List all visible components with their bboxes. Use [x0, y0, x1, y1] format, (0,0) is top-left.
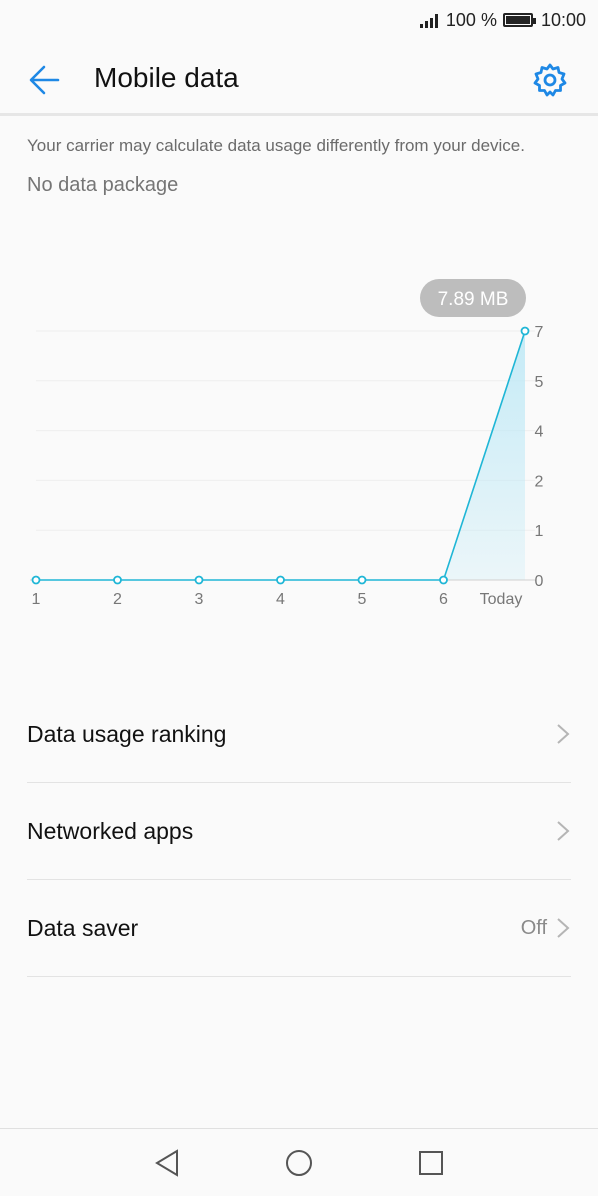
- data-point: [113, 575, 122, 585]
- x-tick-label: 5: [358, 591, 367, 608]
- data-package-status: No data package: [27, 174, 179, 196]
- y-tick-label: 7: [535, 324, 544, 341]
- value-tooltip-text: 7.89 MB: [438, 289, 509, 310]
- chevron-right-icon: [557, 918, 570, 938]
- data-point: [520, 326, 530, 336]
- data-usage-ranking-item[interactable]: Data usage ranking: [27, 686, 571, 783]
- data-point: [276, 575, 285, 585]
- data-point: [439, 575, 448, 585]
- back-arrow-icon[interactable]: [26, 62, 62, 98]
- menu-list: Data usage ranking Networked apps Data s…: [27, 686, 571, 977]
- data-point: [31, 575, 41, 585]
- carrier-notice: Your carrier may calculate data usage di…: [27, 136, 525, 155]
- x-tick-label: Today: [480, 591, 523, 608]
- y-tick-label: 1: [535, 523, 544, 540]
- data-saver-item[interactable]: Data saver Off: [27, 880, 571, 977]
- recents-nav-button[interactable]: [411, 1143, 451, 1183]
- x-tick-label: 1: [32, 591, 41, 608]
- list-item-label: Data usage ranking: [27, 720, 227, 747]
- usage-chart: 7 5 4 2 1 0 1 2 3 4 5 6 Today 7.89 MB: [30, 279, 544, 608]
- battery-icon: [502, 13, 536, 27]
- x-tick-label: 6: [439, 591, 448, 608]
- y-tick-label: 2: [535, 473, 544, 490]
- series-line: [36, 330, 526, 581]
- home-nav-button[interactable]: [279, 1143, 319, 1183]
- y-tick-label: 4: [535, 424, 544, 441]
- x-tick-label: 3: [195, 591, 204, 608]
- back-nav-button[interactable]: [147, 1143, 187, 1183]
- list-item-label: Data saver: [27, 914, 139, 941]
- signal-icon: [419, 14, 438, 28]
- app-bar: Mobile data: [0, 40, 598, 116]
- page-title: Mobile data: [94, 62, 239, 93]
- battery-percent: 100 %: [445, 9, 497, 30]
- status-bar: 100 % 10:00: [0, 0, 598, 40]
- data-saver-value: Off: [520, 916, 547, 939]
- x-tick-label: 4: [276, 591, 285, 608]
- networked-apps-item[interactable]: Networked apps: [27, 783, 571, 880]
- chevron-right-icon: [557, 724, 570, 744]
- triangle-back-icon: [155, 1148, 178, 1177]
- square-recents-icon: [419, 1150, 443, 1175]
- series-area: [36, 331, 525, 580]
- list-item-label: Networked apps: [27, 817, 194, 844]
- circle-home-icon: [286, 1149, 312, 1176]
- chevron-right-icon: [557, 821, 570, 841]
- y-tick-label: 5: [535, 374, 544, 391]
- settings-gear-icon[interactable]: [532, 62, 568, 98]
- x-tick-label: 2: [113, 591, 122, 608]
- y-tick-label: 0: [535, 573, 544, 590]
- clock: 10:00: [540, 9, 586, 30]
- data-point: [357, 575, 367, 585]
- navigation-bar: [0, 1128, 598, 1196]
- data-point: [194, 575, 204, 585]
